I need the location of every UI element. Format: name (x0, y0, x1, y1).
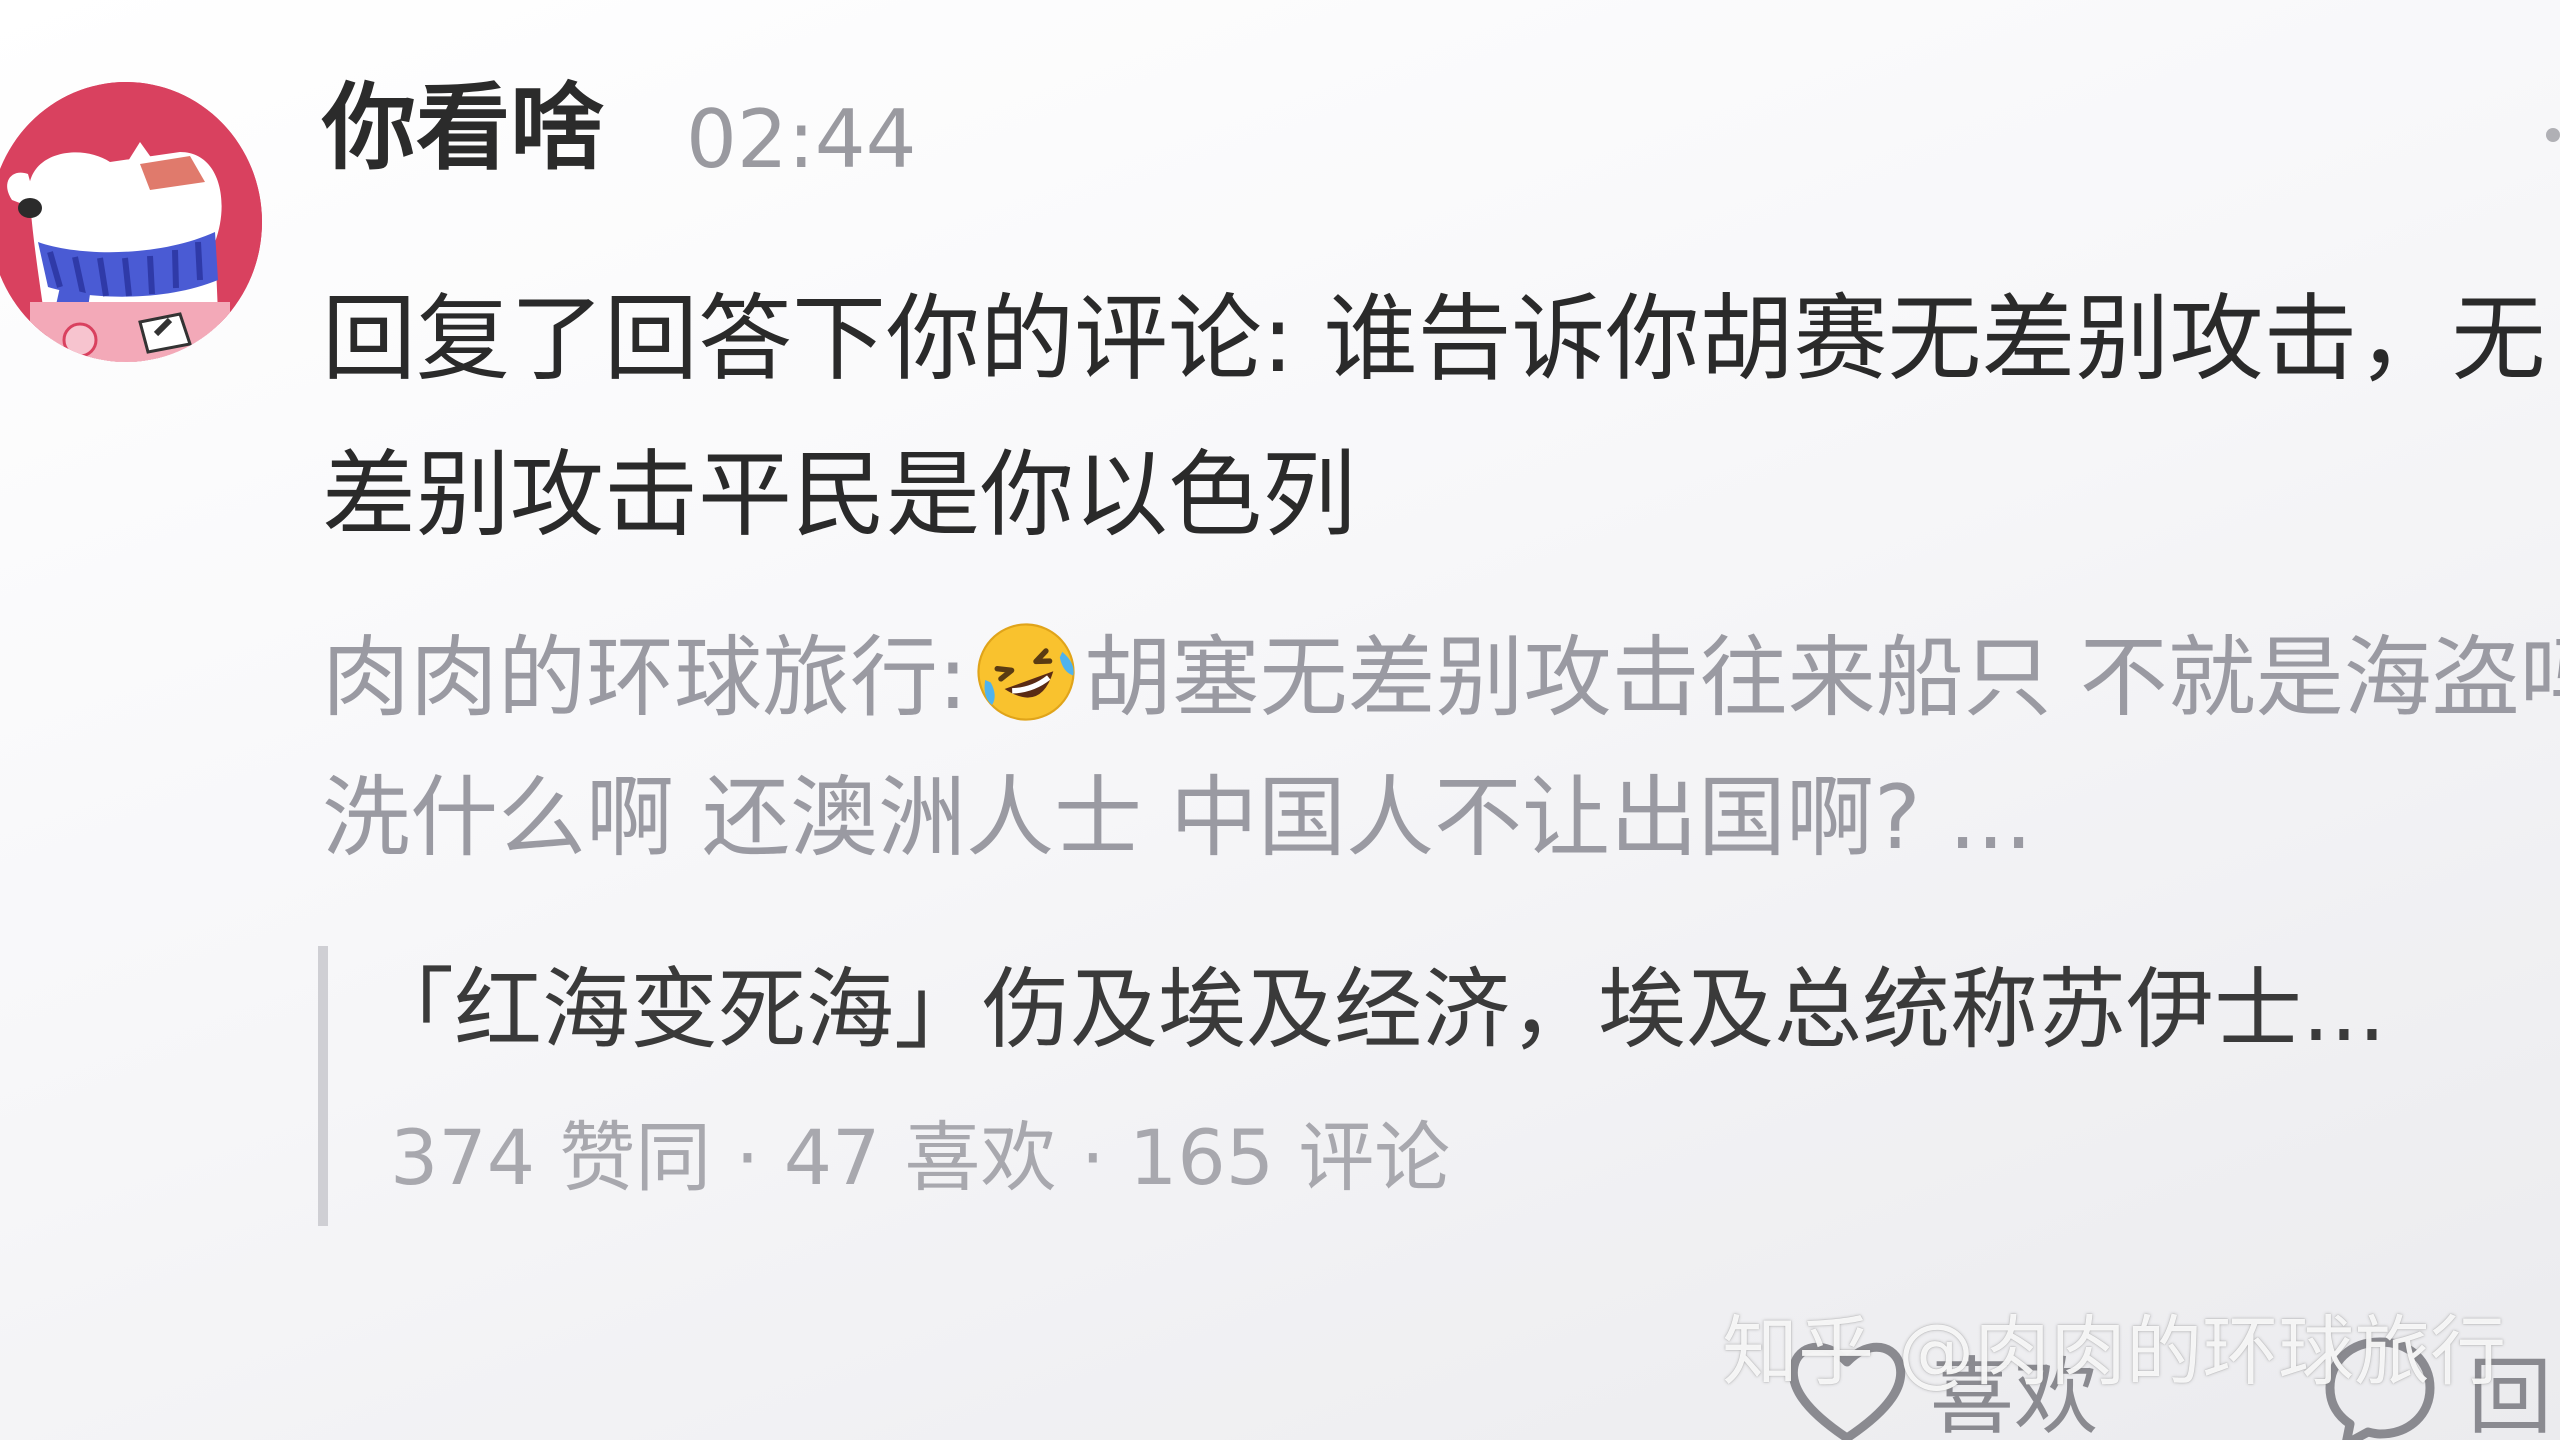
watermark: 知乎 @肉肉的环球旅行 (1722, 1307, 2507, 1396)
comment-screen: 你看啥 02:44 回复了回答下你的评论: 谁告诉你胡赛无差别攻击，无差别攻击平… (0, 0, 2560, 1440)
comment-timestamp: 02:44 (686, 93, 917, 186)
quote-bar (318, 946, 328, 1226)
referenced-answer-stats: 374 赞同 · 47 喜欢 · 165 评论 (390, 1113, 1451, 1202)
rolling-on-floor-laughing-emoji-icon (972, 618, 1080, 726)
referenced-answer-title[interactable]: 「红海变死海」伤及埃及经济，埃及总统称苏伊士... (366, 961, 2386, 1059)
quoted-comment[interactable]: 肉肉的环球旅行: 胡塞无差别攻击往来船只 不就是海盗吗 洗什么啊 还澳洲人士 中… (322, 608, 2560, 888)
username[interactable]: 你看啥 (322, 82, 604, 176)
dog-with-scarf-illustration (0, 82, 262, 362)
avatar[interactable] (0, 82, 262, 362)
more-options-icon[interactable] (2546, 128, 2560, 142)
reply-text: 回复了回答下你的评论: 谁告诉你胡赛无差别攻击，无差别攻击平民是你以色列 (322, 285, 2546, 550)
referenced-answer-card[interactable]: 「红海变死海」伤及埃及经济，埃及总统称苏伊士... 374 赞同 · 47 喜欢… (318, 940, 2560, 1226)
quoted-author: 肉肉的环球旅行: (322, 626, 968, 729)
